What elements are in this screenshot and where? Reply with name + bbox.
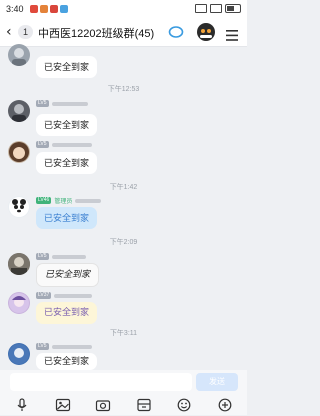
file-icon[interactable] bbox=[136, 397, 152, 412]
avatar[interactable] bbox=[8, 196, 30, 218]
wifi-icon bbox=[195, 4, 207, 13]
sender-name bbox=[51, 344, 92, 349]
level-badge: LV37 bbox=[36, 292, 52, 299]
sender-name bbox=[51, 101, 88, 106]
message-bubble[interactable]: 已安全到家 bbox=[36, 152, 98, 174]
back-arrow-icon[interactable]: ‹ bbox=[6, 23, 12, 41]
input-toolbar bbox=[0, 394, 247, 415]
sender-name bbox=[51, 254, 86, 259]
timestamp: 下午1:42 bbox=[109, 184, 138, 191]
sender-name bbox=[75, 198, 102, 203]
send-button[interactable]: 发送 bbox=[196, 373, 238, 391]
timestamp: 下午12:53 bbox=[107, 86, 140, 93]
group-title: 中西医12202班级群(45) bbox=[38, 28, 155, 40]
notification-icons bbox=[30, 5, 68, 13]
sender-meta: LV5 bbox=[36, 343, 92, 350]
avatar[interactable] bbox=[8, 100, 30, 122]
battery-icon bbox=[225, 4, 241, 13]
avatar[interactable] bbox=[8, 44, 30, 66]
level-badge: LV46 bbox=[36, 197, 52, 204]
level-badge: LV5 bbox=[36, 100, 49, 107]
avatar[interactable] bbox=[8, 343, 30, 365]
sender-meta: LV5 bbox=[36, 141, 92, 148]
emoji-icon[interactable] bbox=[176, 397, 192, 412]
level-badge: LV5 bbox=[36, 253, 49, 260]
message-bubble[interactable]: 已安全到家 bbox=[36, 56, 98, 78]
chat-header: ‹ 1 中西医12202班级群(45) bbox=[0, 18, 247, 47]
sender-meta: LV37 bbox=[36, 292, 93, 299]
input-bar: 发送 bbox=[0, 370, 247, 394]
camera-icon[interactable] bbox=[95, 397, 111, 412]
cat-avatar-icon[interactable] bbox=[196, 22, 216, 46]
signal-icon bbox=[210, 4, 222, 13]
message-bubble[interactable]: 已安全到家 bbox=[36, 302, 98, 324]
message-bubble[interactable]: 已安全到家 bbox=[36, 353, 98, 370]
message-bubble[interactable]: 已安全到家 bbox=[36, 263, 100, 287]
menu-icon[interactable] bbox=[226, 26, 238, 45]
level-badge: LV5 bbox=[36, 141, 49, 148]
message-bubble[interactable]: 已安全到家 bbox=[36, 114, 98, 136]
image-icon[interactable] bbox=[55, 397, 71, 412]
notification-icon bbox=[60, 5, 68, 13]
notification-icon bbox=[30, 5, 38, 13]
plus-icon[interactable] bbox=[217, 397, 233, 412]
message-bubble[interactable]: 已安全到家 bbox=[36, 207, 98, 229]
status-right bbox=[195, 4, 241, 13]
message-input[interactable] bbox=[10, 373, 192, 391]
notification-icon bbox=[40, 5, 48, 13]
sender-meta: LV46 管理员 bbox=[36, 196, 102, 205]
sender-meta: LV5 bbox=[36, 100, 88, 107]
avatar[interactable] bbox=[8, 141, 30, 163]
mic-icon[interactable] bbox=[14, 397, 30, 411]
sender-meta: LV5 bbox=[36, 253, 86, 260]
status-time: 3:40 bbox=[6, 4, 24, 14]
timestamp: 下午2:09 bbox=[109, 239, 138, 246]
status-bar: 3:40 bbox=[0, 0, 247, 18]
circle-icon[interactable] bbox=[168, 24, 184, 44]
notification-icon bbox=[50, 5, 58, 13]
sender-name bbox=[51, 142, 92, 147]
avatar[interactable] bbox=[8, 253, 30, 275]
timestamp: 下午3:11 bbox=[109, 330, 138, 337]
level-badge: LV5 bbox=[36, 343, 49, 350]
avatar[interactable] bbox=[8, 292, 30, 314]
sender-name bbox=[54, 293, 93, 298]
unread-badge[interactable]: 1 bbox=[18, 25, 33, 39]
admin-tag: 管理员 bbox=[54, 199, 73, 205]
